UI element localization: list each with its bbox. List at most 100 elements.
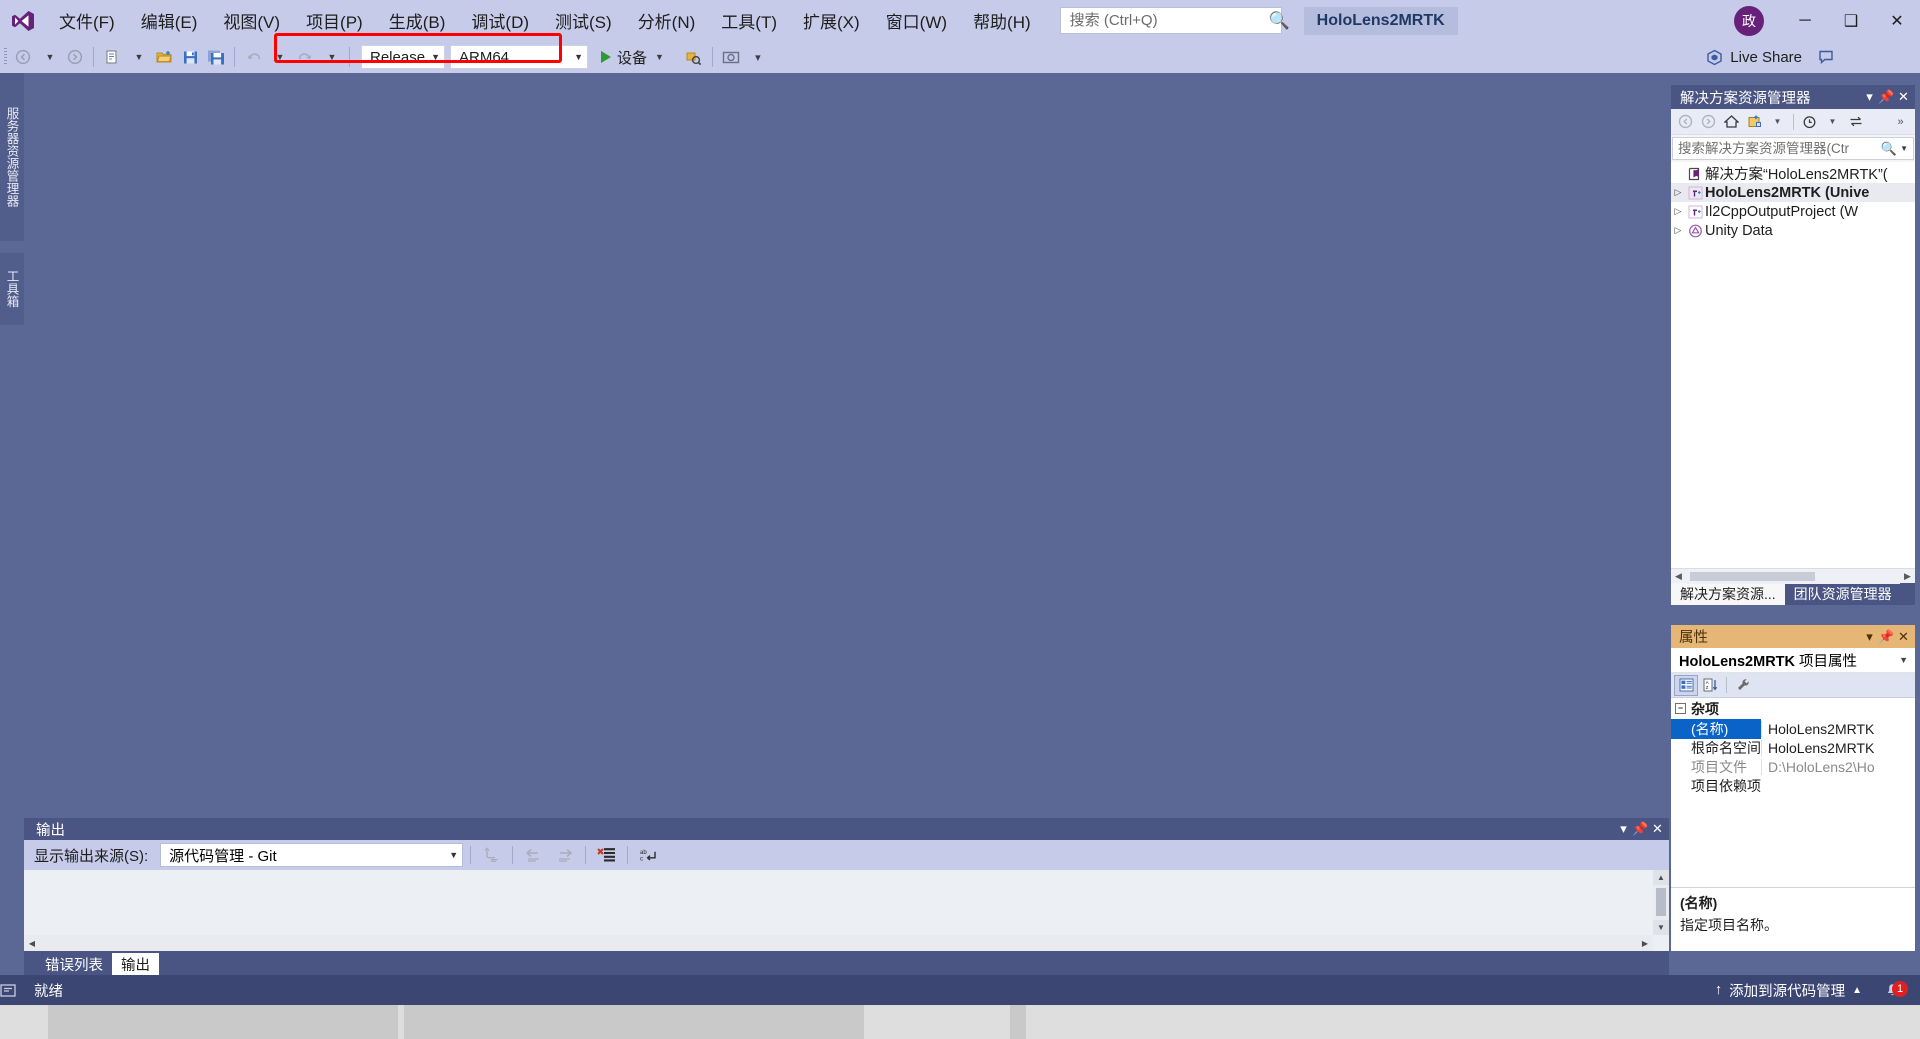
solution-platform-combo[interactable]: ARM64 ▼ bbox=[450, 45, 588, 69]
chevron-down-icon[interactable]: ▼ bbox=[1821, 111, 1844, 133]
redo-dropdown[interactable]: ▼ bbox=[318, 42, 344, 72]
output-vscrollbar[interactable]: ▲ ▼ bbox=[1653, 870, 1669, 935]
menu-debug[interactable]: 调试(D) bbox=[458, 0, 542, 41]
tree-node-il2cppoutputproject[interactable]: ▷ Il2CppOutputProject (W bbox=[1671, 202, 1915, 221]
navigate-back-button[interactable] bbox=[10, 42, 36, 72]
tree-expander[interactable]: ▷ bbox=[1671, 187, 1685, 198]
scroll-up-icon[interactable]: ▲ bbox=[1653, 870, 1669, 885]
solution-explorer-search-box[interactable]: 🔍 ▼ bbox=[1672, 137, 1914, 160]
panel-pin-icon[interactable]: 📌 bbox=[1878, 89, 1895, 105]
undo-dropdown[interactable]: ▼ bbox=[266, 42, 292, 72]
previous-message-icon[interactable] bbox=[520, 842, 547, 868]
scroll-left-icon[interactable]: ◀ bbox=[1671, 571, 1686, 582]
menu-view[interactable]: 视图(V) bbox=[210, 0, 293, 41]
properties-group-misc[interactable]: − 杂项 bbox=[1671, 698, 1915, 719]
tree-expander[interactable]: ▷ bbox=[1671, 206, 1685, 217]
property-row-project-dependencies[interactable]: 项目依赖项 bbox=[1671, 776, 1915, 795]
panel-close-icon[interactable]: ✕ bbox=[1649, 821, 1666, 837]
taskbar-segment[interactable] bbox=[404, 1005, 864, 1039]
property-row-root-namespace[interactable]: 根命名空间 HoloLens2MRTK bbox=[1671, 738, 1915, 757]
clear-all-icon[interactable] bbox=[593, 842, 620, 868]
redo-icon[interactable] bbox=[292, 42, 318, 72]
navigate-back-dropdown[interactable]: ▼ bbox=[36, 42, 62, 72]
back-icon[interactable] bbox=[1674, 111, 1697, 133]
forward-icon[interactable] bbox=[1697, 111, 1720, 133]
property-value[interactable]: HoloLens2MRTK bbox=[1761, 739, 1915, 756]
undo-icon[interactable] bbox=[240, 42, 266, 72]
save-icon[interactable] bbox=[177, 42, 203, 72]
menu-file[interactable]: 文件(F) bbox=[46, 0, 128, 41]
start-debugging-button[interactable]: 设备 ▼ bbox=[596, 44, 671, 70]
toggle-word-wrap-icon[interactable]: ab c bbox=[635, 842, 662, 868]
rail-tab-server-explorer[interactable]: 服务器资源管理器 bbox=[0, 73, 24, 241]
chevron-down-icon[interactable]: ▼ bbox=[1894, 655, 1913, 665]
panel-dropdown-icon[interactable]: ▾ bbox=[1861, 629, 1878, 645]
show-all-files-icon[interactable] bbox=[1743, 111, 1766, 133]
attach-to-process-icon[interactable] bbox=[681, 42, 707, 72]
property-value[interactable]: HoloLens2MRTK bbox=[1761, 720, 1915, 737]
panel-dropdown-icon[interactable]: ▾ bbox=[1861, 89, 1878, 105]
scroll-right-icon[interactable]: ▶ bbox=[1900, 571, 1915, 582]
new-project-dropdown[interactable]: ▼ bbox=[125, 42, 151, 72]
properties-grid[interactable]: − 杂项 (名称) HoloLens2MRTK 根命名空间 HoloLens2M… bbox=[1671, 698, 1915, 887]
screenshot-icon[interactable] bbox=[718, 42, 744, 72]
menu-build[interactable]: 生成(B) bbox=[376, 0, 459, 41]
menu-help[interactable]: 帮助(H) bbox=[960, 0, 1044, 41]
hscroll-track[interactable] bbox=[1686, 568, 1900, 584]
add-to-source-control-button[interactable]: ↑ 添加到源代码管理 ▲ bbox=[1705, 975, 1872, 1005]
chevron-down-icon[interactable]: ▼ bbox=[1766, 111, 1789, 133]
scroll-right-icon[interactable]: ▶ bbox=[1637, 939, 1653, 948]
solution-search-input[interactable] bbox=[1678, 141, 1881, 156]
navigate-forward-button[interactable] bbox=[62, 42, 88, 72]
panel-pin-icon[interactable]: 📌 bbox=[1632, 821, 1649, 837]
tab-error-list[interactable]: 错误列表 bbox=[36, 953, 112, 975]
user-avatar[interactable]: 政 bbox=[1734, 5, 1764, 36]
panel-close-icon[interactable]: ✕ bbox=[1895, 629, 1912, 645]
new-project-icon[interactable] bbox=[99, 42, 125, 72]
menu-window[interactable]: 窗口(W) bbox=[873, 0, 960, 41]
hscroll-thumb[interactable] bbox=[1690, 571, 1815, 581]
panel-pin-icon[interactable]: 📌 bbox=[1878, 629, 1895, 645]
solution-tree-hscrollbar[interactable]: ◀ ▶ bbox=[1671, 568, 1915, 584]
global-search-box[interactable]: 🔍 bbox=[1059, 7, 1290, 34]
maximize-button[interactable]: ❑ bbox=[1828, 0, 1874, 41]
pending-changes-icon[interactable] bbox=[1798, 111, 1821, 133]
home-icon[interactable] bbox=[1720, 111, 1743, 133]
output-body[interactable]: ▲ ▼ ◀ ▶ bbox=[24, 870, 1669, 951]
properties-object-selector[interactable]: HoloLens2MRTK 项目属性 ▼ bbox=[1671, 648, 1915, 673]
toolbar-overflow-icon[interactable]: » bbox=[1889, 111, 1912, 133]
panel-dropdown-icon[interactable]: ▾ bbox=[1615, 821, 1632, 837]
feedback-icon[interactable] bbox=[1810, 41, 1842, 73]
scroll-down-icon[interactable]: ▼ bbox=[1653, 920, 1669, 935]
property-pages-icon[interactable] bbox=[1731, 675, 1755, 696]
output-text[interactable] bbox=[26, 872, 1653, 935]
tree-expander[interactable]: ▷ bbox=[1671, 225, 1685, 236]
panel-close-icon[interactable]: ✕ bbox=[1895, 89, 1912, 105]
toolbar-grip[interactable] bbox=[0, 41, 10, 73]
vscroll-thumb[interactable] bbox=[1656, 888, 1666, 916]
toolbar-overflow-button[interactable]: ▾ bbox=[744, 42, 770, 72]
active-project-chip[interactable]: HoloLens2MRTK bbox=[1303, 6, 1458, 35]
menu-edit[interactable]: 编辑(E) bbox=[128, 0, 211, 41]
menu-tools[interactable]: 工具(T) bbox=[708, 0, 790, 41]
tab-solution-explorer[interactable]: 解决方案资源... bbox=[1671, 583, 1785, 605]
solution-configuration-combo[interactable]: Release ▼ bbox=[361, 45, 445, 69]
next-message-icon[interactable] bbox=[551, 842, 578, 868]
solution-tree[interactable]: 解决方案“HoloLens2MRTK”( ▷ HoloLens2MRTK (Un… bbox=[1671, 162, 1915, 568]
sync-icon[interactable] bbox=[1844, 111, 1867, 133]
editor-document-area[interactable] bbox=[24, 73, 1669, 818]
save-all-icon[interactable] bbox=[203, 42, 229, 72]
output-hscrollbar[interactable]: ◀ ▶ bbox=[24, 935, 1653, 951]
rail-tab-toolbox[interactable]: 工具箱 bbox=[0, 253, 24, 325]
minimize-button[interactable]: ─ bbox=[1782, 0, 1828, 41]
live-share-button[interactable]: Live Share bbox=[1706, 41, 1802, 73]
tree-node-unity-data[interactable]: ▷ Unity Data bbox=[1671, 221, 1915, 240]
menu-extensions[interactable]: 扩展(X) bbox=[790, 0, 873, 41]
output-source-combo[interactable]: 源代码管理 - Git ▼ bbox=[160, 843, 464, 867]
close-button[interactable]: ✕ bbox=[1874, 0, 1920, 41]
taskbar-segment[interactable] bbox=[1010, 1005, 1026, 1039]
go-to-message-icon[interactable] bbox=[478, 842, 505, 868]
taskbar-segment[interactable] bbox=[48, 1005, 398, 1039]
tree-node-solution[interactable]: 解决方案“HoloLens2MRTK”( bbox=[1671, 164, 1915, 183]
chevron-down-icon[interactable]: ▼ bbox=[1897, 144, 1911, 153]
